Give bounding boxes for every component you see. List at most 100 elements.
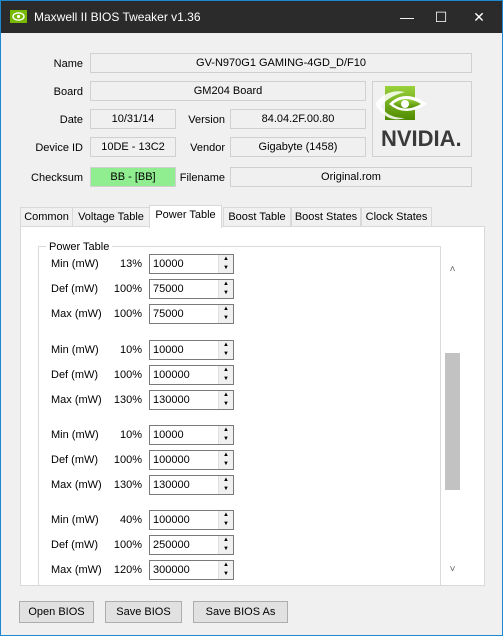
spin-down-icon[interactable]: ▼: [219, 400, 233, 409]
row-percent: 120%: [113, 564, 142, 576]
close-button[interactable]: ✕: [456, 1, 502, 33]
scroll-down-icon[interactable]: ˅: [444, 561, 461, 578]
tab-common[interactable]: Common: [20, 207, 73, 227]
vendor-label: Vendor: [190, 142, 225, 154]
spin-down-icon[interactable]: ▼: [219, 435, 233, 444]
device-id-field: 10DE - 13C2: [90, 137, 176, 157]
power-value-stepper[interactable]: 10000 ▲ ▼: [149, 340, 234, 360]
filename-field: Original.rom: [230, 167, 472, 187]
row-label: Min (mW): [51, 429, 99, 441]
spin-up-icon[interactable]: ▲: [219, 255, 233, 264]
spin-buttons: ▲ ▼: [218, 341, 233, 359]
row-label: Def (mW): [51, 539, 99, 551]
spin-down-icon[interactable]: ▼: [219, 289, 233, 298]
tab-power-table[interactable]: Power Table: [149, 205, 222, 228]
power-value-input[interactable]: 75000: [153, 308, 184, 320]
power-value-stepper[interactable]: 250000 ▲ ▼: [149, 535, 234, 555]
spin-buttons: ▲ ▼: [218, 451, 233, 469]
tab-boost-states[interactable]: Boost States: [291, 207, 361, 227]
spin-up-icon[interactable]: ▲: [219, 280, 233, 289]
main-window: Maxwell II BIOS Tweaker v1.36 — ☐ ✕ Name…: [0, 0, 503, 636]
power-value-stepper[interactable]: 10000 ▲ ▼: [149, 425, 234, 445]
tab-boost-table[interactable]: Boost Table: [223, 207, 291, 227]
power-table-title: Power Table: [46, 241, 113, 253]
row-label: Min (mW): [51, 258, 99, 270]
spin-up-icon[interactable]: ▲: [219, 391, 233, 400]
row-label: Def (mW): [51, 369, 99, 381]
row-label: Def (mW): [51, 283, 99, 295]
row-percent: 130%: [113, 479, 142, 491]
power-value-input[interactable]: 75000: [153, 283, 184, 295]
save-bios-button[interactable]: Save BIOS: [105, 601, 182, 623]
spin-buttons: ▲ ▼: [218, 305, 233, 323]
spin-up-icon[interactable]: ▲: [219, 561, 233, 570]
spin-buttons: ▲ ▼: [218, 426, 233, 444]
spin-down-icon[interactable]: ▼: [219, 485, 233, 494]
power-value-input[interactable]: 10000: [153, 258, 184, 270]
power-value-input[interactable]: 130000: [153, 394, 190, 406]
spin-up-icon[interactable]: ▲: [219, 451, 233, 460]
power-value-stepper[interactable]: 100000 ▲ ▼: [149, 365, 234, 385]
title-bar[interactable]: Maxwell II BIOS Tweaker v1.36 — ☐ ✕: [1, 1, 502, 33]
row-percent: 100%: [113, 369, 142, 381]
power-value-input[interactable]: 300000: [153, 564, 190, 576]
vendor-field: Gigabyte (1458): [230, 137, 366, 157]
save-bios-as-button[interactable]: Save BIOS As: [193, 601, 288, 623]
power-value-stepper[interactable]: 10000 ▲ ▼: [149, 254, 234, 274]
date-field: 10/31/14: [90, 109, 176, 129]
spin-buttons: ▲ ▼: [218, 255, 233, 273]
power-table-panel: Power Table Min (mW) 13% 10000 ▲ ▼ Def (mW) 10…: [20, 226, 485, 586]
spin-down-icon[interactable]: ▼: [219, 264, 233, 273]
vertical-scrollbar[interactable]: ˄ ˅: [444, 257, 461, 582]
row-percent: 100%: [113, 308, 142, 320]
spin-up-icon[interactable]: ▲: [219, 366, 233, 375]
row-percent: 13%: [119, 258, 142, 270]
power-table-group: [38, 246, 441, 585]
spin-down-icon[interactable]: ▼: [219, 350, 233, 359]
spin-down-icon[interactable]: ▼: [219, 545, 233, 554]
row-percent: 100%: [113, 539, 142, 551]
spin-down-icon[interactable]: ▼: [219, 314, 233, 323]
nvidia-logo: NVIDIA.: [372, 81, 472, 157]
power-value-stepper[interactable]: 75000 ▲ ▼: [149, 304, 234, 324]
spin-buttons: ▲ ▼: [218, 511, 233, 529]
power-value-input[interactable]: 10000: [153, 429, 184, 441]
power-value-input[interactable]: 100000: [153, 514, 190, 526]
spin-up-icon[interactable]: ▲: [219, 511, 233, 520]
power-value-stepper[interactable]: 300000 ▲ ▼: [149, 560, 234, 580]
device-id-label: Device ID: [35, 142, 83, 154]
row-label: Def (mW): [51, 454, 99, 466]
spin-up-icon[interactable]: ▲: [219, 536, 233, 545]
spin-buttons: ▲ ▼: [218, 561, 233, 579]
spin-down-icon[interactable]: ▼: [219, 375, 233, 384]
spin-down-icon[interactable]: ▼: [219, 570, 233, 579]
power-value-input[interactable]: 10000: [153, 344, 184, 356]
spin-up-icon[interactable]: ▲: [219, 426, 233, 435]
spin-buttons: ▲ ▼: [218, 280, 233, 298]
power-value-stepper[interactable]: 75000 ▲ ▼: [149, 279, 234, 299]
spin-down-icon[interactable]: ▼: [219, 460, 233, 469]
power-value-stepper[interactable]: 130000 ▲ ▼: [149, 475, 234, 495]
power-value-stepper[interactable]: 100000 ▲ ▼: [149, 450, 234, 470]
name-field: GV-N970G1 GAMING-4GD_D/F10: [90, 53, 472, 73]
tab-clock-states[interactable]: Clock States: [361, 207, 432, 227]
spin-up-icon[interactable]: ▲: [219, 341, 233, 350]
spin-buttons: ▲ ▼: [218, 391, 233, 409]
power-value-input[interactable]: 130000: [153, 479, 190, 491]
spin-up-icon[interactable]: ▲: [219, 305, 233, 314]
scroll-up-icon[interactable]: ˄: [444, 261, 461, 278]
power-value-stepper[interactable]: 130000 ▲ ▼: [149, 390, 234, 410]
tab-voltage-table[interactable]: Voltage Table: [72, 207, 150, 227]
nvidia-eye-icon: NVIDIA.: [375, 86, 462, 151]
power-value-stepper[interactable]: 100000 ▲ ▼: [149, 510, 234, 530]
row-label: Min (mW): [51, 344, 99, 356]
spin-up-icon[interactable]: ▲: [219, 476, 233, 485]
spin-buttons: ▲ ▼: [218, 366, 233, 384]
open-bios-button[interactable]: Open BIOS: [19, 601, 94, 623]
scrollbar-thumb[interactable]: [445, 353, 460, 490]
power-value-input[interactable]: 100000: [153, 369, 190, 381]
spin-down-icon[interactable]: ▼: [219, 520, 233, 529]
power-value-input[interactable]: 250000: [153, 539, 190, 551]
power-value-input[interactable]: 100000: [153, 454, 190, 466]
row-percent: 10%: [119, 429, 142, 441]
